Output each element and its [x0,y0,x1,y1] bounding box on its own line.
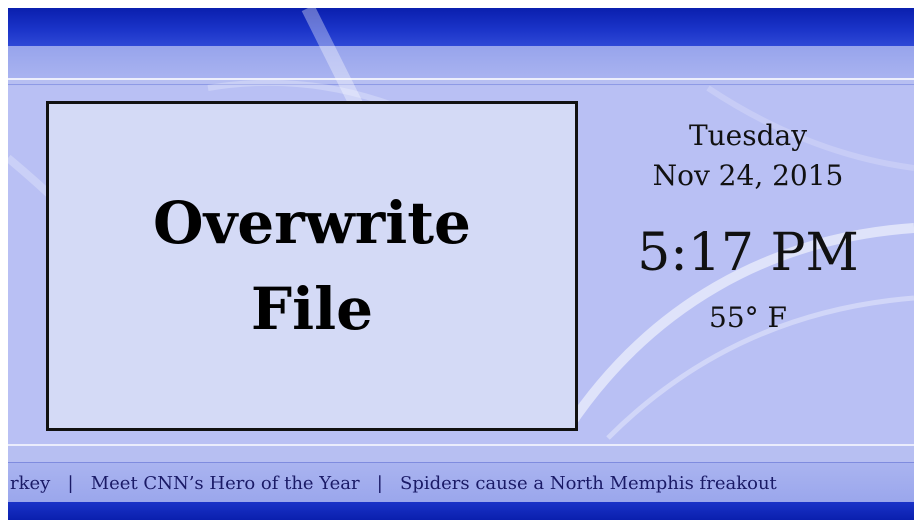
info-panel: Tuesday Nov 24, 2015 5:17 PM 55° F [618,116,878,338]
ticker-text: rkey | Meet CNN’s Hero of the Year | Spi… [10,472,777,494]
date-label: Nov 24, 2015 [652,159,844,192]
temperature-label: 55° F [709,301,787,334]
news-ticker: rkey | Meet CNN’s Hero of the Year | Spi… [8,462,914,503]
divider-line [8,444,914,446]
message-box: Overwrite File [46,101,578,431]
day-label: Tuesday [688,119,808,152]
signage-screen: Overwrite File Tuesday Nov 24, 2015 5:17… [8,8,914,520]
message-line-1: Overwrite [153,189,471,257]
bottom-bar [8,502,914,520]
message-line-2: File [250,275,374,343]
time-label: 5:17 PM [637,223,859,283]
